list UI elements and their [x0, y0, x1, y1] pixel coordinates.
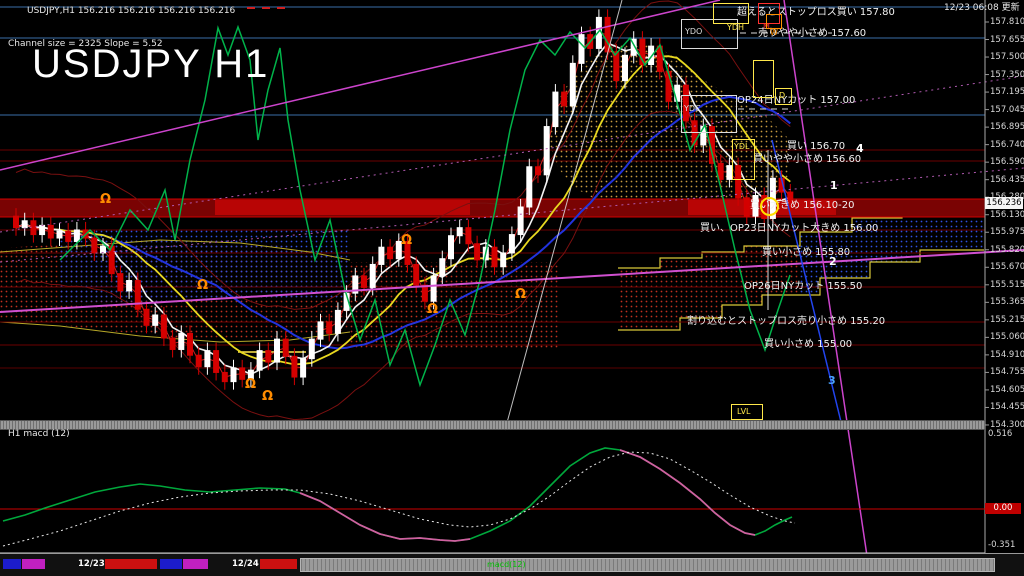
price-tick-label: 155.365: [990, 298, 1024, 307]
price-tick-label: 155.060: [990, 333, 1024, 342]
price-annotation: 買い小さめ 155.00: [764, 340, 852, 350]
price-tick-label: 156.435: [990, 176, 1024, 185]
box-label-lvl: LVL: [737, 407, 751, 416]
current-price-tag: 156.236: [985, 197, 1023, 209]
wave-count-label: 1: [830, 179, 838, 192]
price-annotation: 買い小さめ 155.80: [762, 248, 850, 258]
price-tick-label: 154.910: [990, 351, 1024, 360]
panel-resize-handle[interactable]: [0, 420, 985, 430]
last-update-timestamp: 12/23 06:08 更新: [944, 4, 1020, 13]
session-segment: [3, 559, 21, 569]
omega-marker: Ω: [427, 302, 438, 317]
horizontal-scrollbar[interactable]: macd(12): [300, 558, 995, 572]
session-segment: [22, 559, 45, 569]
session-segment: [105, 559, 157, 569]
wave-count-label: 2: [829, 255, 837, 268]
macd-max-label: 0.516: [988, 430, 1012, 439]
price-tick-label: 156.590: [990, 158, 1024, 167]
box-label-d: D: [779, 91, 785, 100]
timeline-date-label: 12/23: [78, 559, 105, 569]
price-tick-label: 156.740: [990, 141, 1024, 150]
wave-count-label: 4: [856, 142, 864, 155]
box-label-ydo: YDO: [685, 27, 702, 36]
price-tick-label: 155.820: [990, 246, 1024, 255]
price-tick-label: 157.655: [990, 36, 1024, 45]
macd-indicator-lines: [0, 448, 985, 546]
price-tick-label: 157.045: [990, 106, 1024, 115]
price-tick-label: 154.455: [990, 403, 1024, 412]
scrollbar-indicator-label: macd(12): [487, 561, 526, 569]
session-segment: [183, 559, 208, 569]
symbol-ohlc-line: USDJPY,H1 156.216 156.216 156.216 156.21…: [27, 7, 235, 16]
price-tick-label: 157.500: [990, 53, 1024, 62]
box-label-ydl: YDL: [734, 142, 750, 151]
annotation-box-ydc: [681, 95, 737, 133]
price-tick-label: 154.755: [990, 368, 1024, 377]
highlight-circle-marker: [760, 197, 779, 216]
annotation-box: [753, 60, 774, 98]
macd-panel-label: H1 macd (12): [8, 430, 70, 439]
price-annotation: 買いやや小さめ 156.60: [753, 155, 861, 165]
session-segment: [260, 559, 297, 569]
price-tick-label: 157.195: [990, 88, 1024, 97]
price-tick-label: 156.895: [990, 123, 1024, 132]
macd-zero-tag: 0.00: [985, 503, 1021, 514]
price-tick-label: 154.605: [990, 386, 1024, 395]
annotation-box-ydh: [713, 3, 749, 24]
price-annotation: OP26日NYカット 155.50: [744, 282, 862, 292]
price-chart-canvas[interactable]: [0, 0, 1024, 576]
box-label-w: W: [770, 28, 778, 37]
timeline-date-label: 12/24: [232, 559, 259, 569]
price-tick-label: 157.810: [990, 18, 1024, 27]
omega-marker: Ω: [197, 278, 208, 293]
wave-count-label: 3: [828, 374, 836, 387]
omega-marker: Ω: [100, 192, 111, 207]
price-tick-label: 155.975: [990, 228, 1024, 237]
price-tick-label: 155.515: [990, 281, 1024, 290]
session-segment: [160, 559, 182, 569]
price-tick-label: 156.130: [990, 211, 1024, 220]
box-label-ydh: YDH: [727, 23, 744, 32]
box-label-ydc: YDC: [684, 104, 701, 113]
macd-min-label: -0.351: [988, 541, 1015, 550]
omega-marker: Ω: [262, 389, 273, 404]
price-tick-label: 155.215: [990, 316, 1024, 325]
omega-marker: Ω: [515, 287, 526, 302]
price-tick-label: 155.670: [990, 263, 1024, 272]
price-annotation: 買い 156.70: [787, 142, 845, 152]
price-tick-label: 157.350: [990, 71, 1024, 80]
trading-app-window: USDJPY,H1 156.216 156.216 156.216 156.21…: [0, 0, 1024, 576]
annotation-box-w: [766, 14, 782, 29]
omega-marker: Ω: [245, 377, 256, 392]
price-annotation: 買い、OP23日NYカット大きめ 156.00: [700, 224, 878, 234]
chart-watermark-title: USDJPY H1: [32, 44, 269, 84]
omega-marker: Ω: [401, 233, 412, 248]
price-annotation: 割り込むとストップロス売り小さめ 155.20: [687, 317, 885, 327]
